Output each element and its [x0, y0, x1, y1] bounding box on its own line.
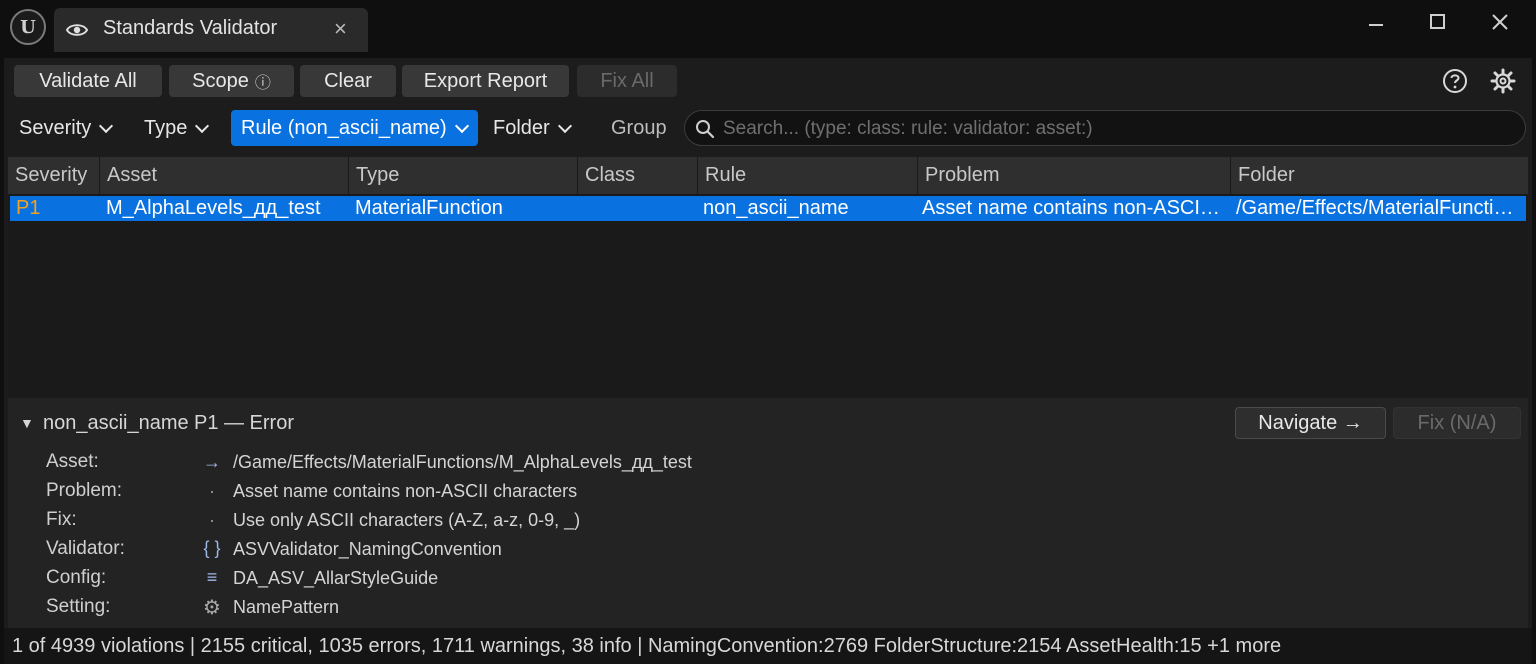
- help-icon[interactable]: [1441, 67, 1469, 95]
- details-severity: P1: [194, 412, 219, 434]
- field-value-asset[interactable]: /Game/Effects/MaterialFunctions/M_AlphaL…: [233, 452, 692, 473]
- severity-filter-label: Severity: [19, 116, 92, 139]
- field-label-problem: Problem:: [46, 480, 123, 501]
- tab-standards-validator[interactable]: Standards Validator ×: [54, 8, 368, 52]
- chevron-down-icon: [454, 118, 469, 133]
- column-header-folder[interactable]: Folder: [1231, 157, 1528, 194]
- close-icon: [1492, 14, 1508, 30]
- field-value-validator: ASVValidator_NamingConvention: [233, 539, 502, 559]
- collapse-toggle-icon[interactable]: ▼: [20, 415, 34, 431]
- field-label-asset: Asset:: [46, 451, 99, 472]
- minimize-icon: [1369, 24, 1383, 26]
- cell-problem: Asset name contains non-ASCII characters: [922, 197, 1222, 219]
- field-value-setting: NamePattern: [233, 597, 340, 617]
- field-label-fix: Fix:: [46, 509, 77, 530]
- table-row[interactable]: P1 M_AlphaLevels_дд_test MaterialFunctio…: [10, 196, 1526, 221]
- rule-filter-label: Rule (non_ascii_name): [241, 116, 447, 139]
- field-label-validator: Validator:: [46, 538, 125, 559]
- column-header-class[interactable]: Class: [578, 157, 698, 194]
- unreal-logo-icon: U: [10, 9, 46, 45]
- folder-filter-label: Folder: [493, 116, 550, 139]
- column-header-type[interactable]: Type: [349, 157, 578, 194]
- title-bar: U Standards Validator ×: [0, 0, 1536, 58]
- scope-label: Scope: [192, 69, 249, 92]
- field-label-setting: Setting:: [46, 596, 111, 617]
- export-report-button[interactable]: Export Report: [402, 65, 569, 97]
- minimize-button[interactable]: [1356, 6, 1396, 38]
- field-value-config: DA_ASV_AllarStyleGuide: [233, 568, 439, 588]
- braces-icon: { }: [203, 538, 221, 558]
- tab-close-icon[interactable]: ×: [334, 16, 347, 42]
- arrow-right-icon: →: [203, 452, 221, 472]
- eye-icon: [66, 24, 88, 36]
- gear-icon: ⚙: [203, 597, 221, 619]
- status-summary: 1 of 4939 violations | 2155 critical, 10…: [12, 635, 1282, 657]
- cell-folder: /Game/Effects/MaterialFunctions: [1236, 197, 1522, 219]
- navigate-button[interactable]: Navigate →: [1235, 407, 1386, 439]
- cell-severity: P1: [16, 197, 41, 219]
- close-window-button[interactable]: [1480, 6, 1520, 38]
- list-icon: ≡: [206, 567, 218, 587]
- cell-asset: M_AlphaLevels_дд_test: [106, 197, 321, 219]
- chevron-down-icon: [99, 118, 114, 133]
- table-header: Severity Asset Type Class Rule Problem F…: [8, 157, 1528, 194]
- details-rule-name: non_ascii_name: [43, 412, 189, 434]
- info-icon: ⓘ: [254, 75, 271, 92]
- search-input[interactable]: [723, 115, 1513, 143]
- maximize-button[interactable]: [1418, 6, 1458, 38]
- rule-filter[interactable]: Rule (non_ascii_name): [231, 110, 478, 146]
- cell-type: MaterialFunction: [355, 197, 503, 219]
- field-value-fix: Use only ASCII characters (A-Z, a-z, 0-9…: [233, 510, 581, 530]
- field-label-config: Config:: [46, 567, 107, 588]
- type-filter[interactable]: Type: [134, 110, 217, 146]
- fix-all-button[interactable]: Fix All: [577, 65, 677, 97]
- folder-filter[interactable]: Folder: [483, 110, 580, 146]
- search-icon: [696, 120, 715, 139]
- column-header-severity[interactable]: Severity: [8, 157, 100, 194]
- clear-button[interactable]: Clear: [300, 65, 396, 97]
- tab-title: Standards Validator: [103, 17, 278, 39]
- cell-class: [584, 196, 694, 221]
- search-box: [684, 110, 1526, 146]
- bullet-icon: ·: [209, 510, 215, 530]
- settings-gear-icon[interactable]: [1489, 67, 1517, 95]
- violations-table: Severity Asset Type Class Rule Problem F…: [8, 157, 1528, 397]
- severity-filter[interactable]: Severity: [9, 110, 121, 146]
- fix-button[interactable]: Fix (N/A): [1393, 407, 1521, 439]
- status-bar: 1 of 4939 violations | 2155 critical, 10…: [4, 628, 1532, 664]
- column-header-rule[interactable]: Rule: [698, 157, 918, 194]
- validate-all-button[interactable]: Validate All: [14, 65, 162, 97]
- group-toggle[interactable]: Group: [601, 110, 677, 146]
- field-value-problem: Asset name contains non-ASCII characters: [233, 481, 578, 501]
- column-header-asset[interactable]: Asset: [100, 157, 349, 194]
- column-header-problem[interactable]: Problem: [918, 157, 1231, 194]
- bullet-icon: ·: [209, 481, 215, 501]
- chevron-down-icon: [195, 118, 210, 133]
- type-filter-label: Type: [144, 116, 188, 139]
- details-level: — Error: [224, 412, 294, 434]
- scope-button[interactable]: Scope ⓘ: [169, 65, 294, 97]
- maximize-icon: [1430, 14, 1445, 29]
- chevron-down-icon: [557, 118, 572, 133]
- cell-rule: non_ascii_name: [703, 197, 849, 219]
